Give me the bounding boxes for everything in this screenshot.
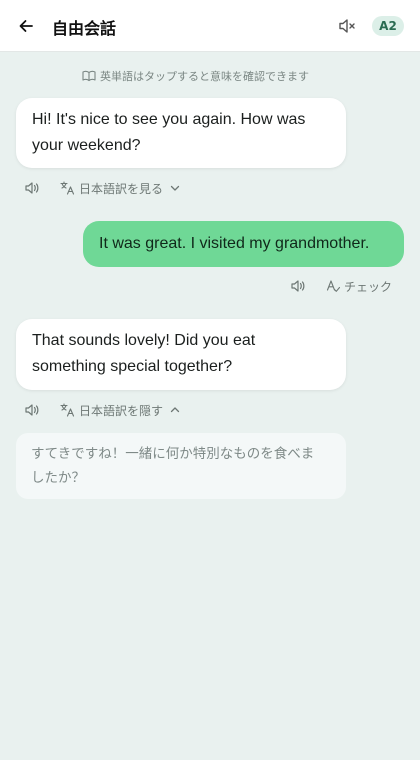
translate-label: 日本語訳を見る — [79, 181, 164, 196]
message-actions: チェック — [290, 277, 392, 295]
translate-icon — [60, 403, 75, 417]
message-line: something special together? — [32, 358, 233, 375]
translation-line: したか？ — [31, 470, 85, 486]
hide-translation-button[interactable]: 日本語訳を隠す — [60, 402, 181, 419]
play-audio-button[interactable] — [24, 403, 40, 417]
translate-icon — [60, 181, 75, 195]
message-line: That sounds lovely! Did you eat — [32, 332, 256, 349]
grammar-check-button[interactable]: チェック — [326, 278, 392, 295]
page-title: 自由会話 — [52, 19, 117, 38]
message-line: Hi! It's nice to see you again. How was — [32, 111, 306, 128]
mute-toggle-button[interactable] — [334, 14, 360, 38]
speaker-muted-icon — [339, 19, 355, 33]
message-actions: 日本語訳を隠す — [24, 401, 181, 419]
translation-line: すてきですね！一緒に何か特別なものを食べま — [31, 446, 315, 462]
play-audio-button[interactable] — [290, 279, 306, 293]
app-header: 自由会話 A2 — [0, 0, 420, 52]
user-message-bubble[interactable]: It was great. I visited my grandmother. — [83, 221, 404, 267]
show-translation-button[interactable]: 日本語訳を見る — [60, 180, 181, 197]
arrow-left-icon — [19, 20, 33, 32]
speaker-icon — [25, 404, 39, 416]
message-actions: 日本語訳を見る — [24, 179, 181, 197]
back-button[interactable] — [14, 14, 38, 38]
book-open-icon — [82, 70, 96, 82]
spell-check-icon — [326, 280, 340, 292]
hint-text: 英単語はタップすると意味を確認できます — [100, 70, 309, 83]
speaker-icon — [291, 280, 305, 292]
message-text: It was great. I visited my grandmother. — [99, 235, 370, 252]
chevron-up-icon — [170, 407, 180, 413]
speaker-icon — [25, 182, 39, 194]
translation-box: すてきですね！一緒に何か特別なものを食べま したか？ — [16, 433, 346, 499]
chevron-down-icon — [170, 185, 180, 191]
level-badge[interactable]: A2 — [372, 16, 404, 36]
message-line: your weekend? — [32, 137, 141, 154]
play-audio-button[interactable] — [24, 181, 40, 195]
translate-label: 日本語訳を隠す — [79, 403, 164, 418]
check-label: チェック — [344, 279, 393, 294]
tap-hint: 英単語はタップすると意味を確認できます — [0, 67, 420, 85]
ai-message-bubble[interactable]: That sounds lovely! Did you eat somethin… — [16, 319, 346, 390]
ai-message-bubble[interactable]: Hi! It's nice to see you again. How was … — [16, 98, 346, 168]
